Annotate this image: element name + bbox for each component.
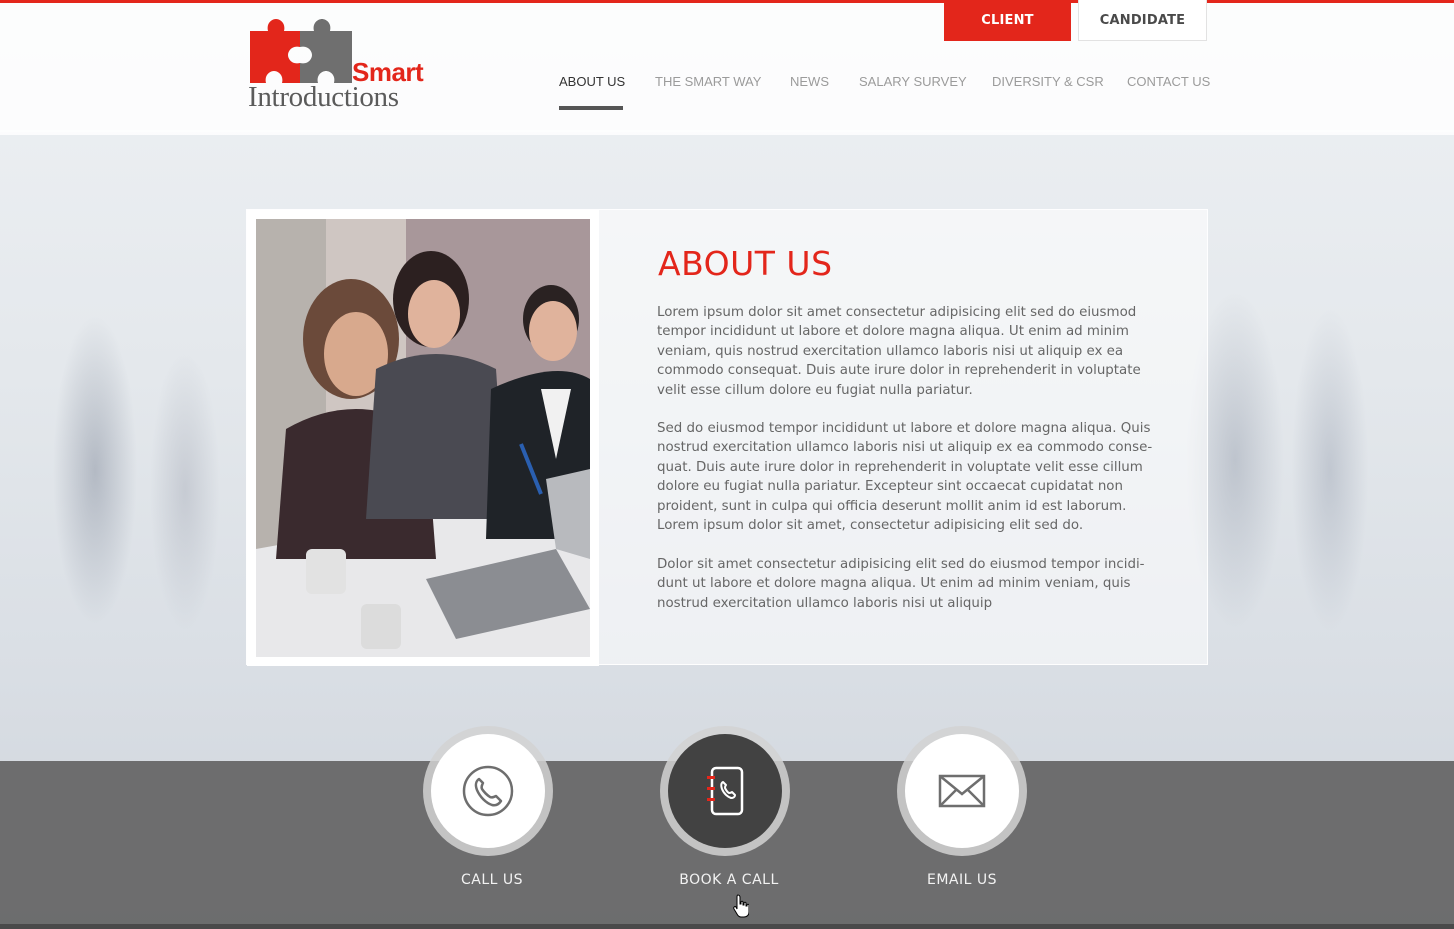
candidate-button[interactable]: CANDIDATE xyxy=(1078,0,1207,41)
nav-item-news[interactable]: NEWS xyxy=(790,74,829,89)
phone-book-icon xyxy=(707,766,744,816)
meeting-illustration xyxy=(256,219,590,657)
nav-item-about-us[interactable]: ABOUT US xyxy=(559,74,625,89)
call-us-disc xyxy=(431,734,545,848)
site-header xyxy=(0,3,1454,135)
nav-item-diversity-csr[interactable]: DIVERSITY & CSR xyxy=(992,74,1104,89)
book-a-call-button[interactable] xyxy=(660,726,790,856)
book-a-call-disc xyxy=(668,734,782,848)
photo-frame xyxy=(247,210,599,666)
phone-icon xyxy=(462,765,514,817)
about-title: ABOUT US xyxy=(658,244,833,283)
footer-bottom-line xyxy=(0,924,1454,929)
nav-active-indicator xyxy=(559,106,623,110)
about-paragraph-2: Sed do eiusmod tempor incididunt ut labo… xyxy=(657,421,1153,534)
about-paragraph-1: Lorem ipsum dolor sit amet consectetur a… xyxy=(657,305,1141,398)
envelope-icon xyxy=(938,774,986,808)
about-card: ABOUT US Lorem ipsum dolor sit amet cons… xyxy=(246,209,1208,666)
call-us-label[interactable]: CALL US xyxy=(392,872,592,888)
nav-item-the-smart-way[interactable]: THE SMART WAY xyxy=(655,74,761,89)
email-us-disc xyxy=(905,734,1019,848)
call-us-button[interactable] xyxy=(423,726,553,856)
team-meeting-photo xyxy=(256,219,590,657)
client-button[interactable]: CLIENT xyxy=(944,0,1071,41)
nav-item-contact-us[interactable]: CONTACT US xyxy=(1127,74,1210,89)
hand-cursor-icon xyxy=(733,894,749,918)
email-us-button[interactable] xyxy=(897,726,1027,856)
nav-item-salary-survey[interactable]: SALARY SURVEY xyxy=(859,74,967,89)
email-us-label[interactable]: EMAIL US xyxy=(862,872,1062,888)
book-a-call-label[interactable]: BOOK A CALL xyxy=(629,872,829,888)
about-paragraph-3: Dolor sit amet consectetur adipisicing e… xyxy=(657,557,1145,611)
main-navigation: ABOUT US THE SMART WAY NEWS SALARY SURVE… xyxy=(0,74,1454,114)
